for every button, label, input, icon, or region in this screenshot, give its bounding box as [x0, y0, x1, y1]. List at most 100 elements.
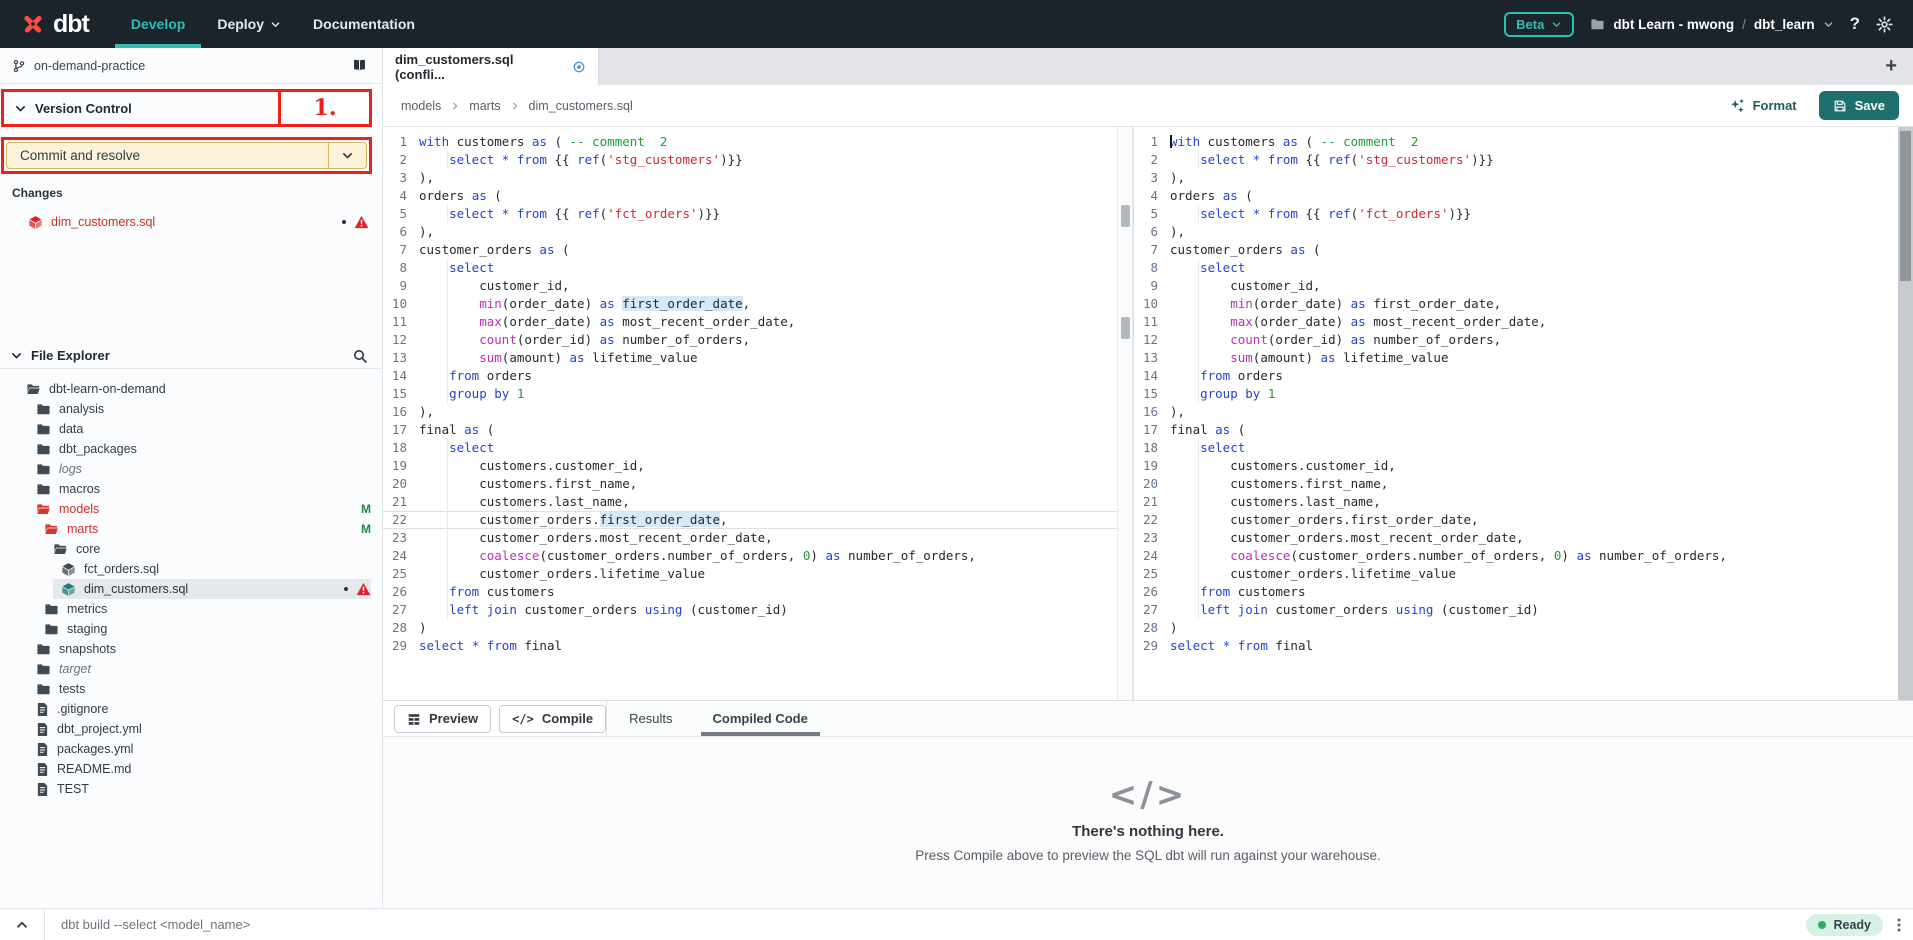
code-line[interactable]: 17final as (	[1134, 421, 1913, 439]
code-line[interactable]: 11 max(order_date) as most_recent_order_…	[383, 313, 1117, 331]
code-line[interactable]: 29select * from final	[1134, 637, 1913, 655]
editor-split-scrollbar[interactable]	[1117, 127, 1133, 700]
save-button[interactable]: Save	[1819, 91, 1899, 120]
chevron-up-icon[interactable]	[0, 918, 44, 932]
code-line[interactable]: 5 select * from {{ ref('fct_orders')}}	[383, 205, 1117, 223]
code-line[interactable]: 23 customer_orders.most_recent_order_dat…	[1134, 529, 1913, 547]
format-button[interactable]: Format	[1729, 98, 1797, 114]
tree-item--gitignore[interactable]: .gitignore	[28, 699, 371, 719]
code-line[interactable]: 8 select	[1134, 259, 1913, 277]
code-line[interactable]: 20 customers.first_name,	[383, 475, 1117, 493]
code-line[interactable]: 1with customers as ( -- comment 2	[1134, 133, 1913, 151]
code-line[interactable]: 16),	[383, 403, 1117, 421]
tree-item-marts[interactable]: martsM	[36, 519, 371, 539]
scrollbar-thumb[interactable]	[1121, 317, 1130, 339]
code-line[interactable]: 21 customers.last_name,	[1134, 493, 1913, 511]
tree-item-dbt-learn-on-demand[interactable]: dbt-learn-on-demand	[18, 379, 371, 399]
editor-pane-left[interactable]: 1with customers as ( -- comment 22 selec…	[383, 127, 1117, 700]
code-line[interactable]: 19 customers.customer_id,	[383, 457, 1117, 475]
code-line[interactable]: 20 customers.first_name,	[1134, 475, 1913, 493]
tree-item-models[interactable]: modelsM	[28, 499, 371, 519]
code-line[interactable]: 19 customers.customer_id,	[1134, 457, 1913, 475]
code-line[interactable]: 7customer_orders as (	[383, 241, 1117, 259]
beta-button[interactable]: Beta	[1504, 12, 1574, 37]
nav-item-documentation[interactable]: Documentation	[297, 0, 431, 48]
tree-item-packages-yml[interactable]: packages.yml	[28, 739, 371, 759]
code-line[interactable]: 14 from orders	[383, 367, 1117, 385]
code-line[interactable]: 26 from customers	[1134, 583, 1913, 601]
editor-pane-right[interactable]: 1with customers as ( -- comment 22 selec…	[1133, 127, 1913, 700]
code-line[interactable]: 13 sum(amount) as lifetime_value	[383, 349, 1117, 367]
help-icon[interactable]: ?	[1850, 14, 1860, 34]
code-line[interactable]: 25 customer_orders.lifetime_value	[383, 565, 1117, 583]
commit-and-resolve-button[interactable]: Commit and resolve	[6, 142, 367, 169]
code-line[interactable]: 22 customer_orders.first_order_date,	[383, 511, 1117, 529]
code-line[interactable]: 15 group by 1	[1134, 385, 1913, 403]
tree-item-test[interactable]: TEST	[28, 779, 371, 799]
search-icon[interactable]	[352, 348, 368, 364]
kebab-menu-icon[interactable]	[1883, 917, 1913, 933]
scrollbar-thumb[interactable]	[1121, 205, 1130, 227]
code-line[interactable]: 22 customer_orders.first_order_date,	[1134, 511, 1913, 529]
code-line[interactable]: 10 min(order_date) as first_order_date,	[1134, 295, 1913, 313]
tree-item-staging[interactable]: staging	[36, 619, 371, 639]
nav-item-deploy[interactable]: Deploy	[201, 0, 297, 48]
tree-item-fct-orders-sql[interactable]: fct_orders.sql	[53, 559, 371, 579]
nav-item-develop[interactable]: Develop	[115, 0, 201, 48]
commit-dropdown-toggle[interactable]	[328, 143, 366, 168]
gear-icon[interactable]	[1876, 16, 1893, 33]
code-line[interactable]: 17final as (	[383, 421, 1117, 439]
tree-item-dbt-packages[interactable]: dbt_packages	[28, 439, 371, 459]
chevron-down-icon[interactable]	[1823, 19, 1834, 30]
code-line[interactable]: 23 customer_orders.most_recent_order_dat…	[383, 529, 1117, 547]
code-line[interactable]: 29select * from final	[383, 637, 1117, 655]
code-line[interactable]: 14 from orders	[1134, 367, 1913, 385]
code-line[interactable]: 24 coalesce(customer_orders.number_of_or…	[1134, 547, 1913, 565]
project-name[interactable]: dbt_learn	[1754, 17, 1815, 32]
code-line[interactable]: 27 left join customer_orders using (cust…	[1134, 601, 1913, 619]
tree-item-data[interactable]: data	[28, 419, 371, 439]
tree-item-analysis[interactable]: analysis	[28, 399, 371, 419]
command-input[interactable]: dbt build --select <model_name>	[45, 917, 1806, 932]
code-line[interactable]: 2 select * from {{ ref('stg_customers')}…	[383, 151, 1117, 169]
dbt-logo[interactable]: dbt	[0, 0, 115, 48]
tree-item-tests[interactable]: tests	[28, 679, 371, 699]
code-line[interactable]: 15 group by 1	[383, 385, 1117, 403]
breadcrumb-segment[interactable]: models	[401, 99, 441, 113]
breadcrumb-segment[interactable]: dim_customers.sql	[529, 99, 633, 113]
code-line[interactable]: 9 customer_id,	[383, 277, 1117, 295]
code-line[interactable]: 28)	[383, 619, 1117, 637]
account-name[interactable]: dbt Learn - mwong	[1613, 17, 1734, 32]
vertical-scrollbar[interactable]	[1898, 127, 1913, 700]
code-line[interactable]: 4orders as (	[383, 187, 1117, 205]
code-line[interactable]: 12 count(order_id) as number_of_orders,	[383, 331, 1117, 349]
tree-item-macros[interactable]: macros	[28, 479, 371, 499]
code-line[interactable]: 1with customers as ( -- comment 2	[383, 133, 1117, 151]
code-line[interactable]: 7customer_orders as (	[1134, 241, 1913, 259]
code-line[interactable]: 10 min(order_date) as first_order_date,	[383, 295, 1117, 313]
tree-item-readme-md[interactable]: README.md	[28, 759, 371, 779]
code-line[interactable]: 18 select	[383, 439, 1117, 457]
code-line[interactable]: 6),	[1134, 223, 1913, 241]
preview-button[interactable]: Preview	[394, 705, 491, 733]
tree-item-core[interactable]: core	[45, 539, 371, 559]
code-line[interactable]: 3),	[1134, 169, 1913, 187]
new-tab-button[interactable]: +	[1869, 55, 1913, 78]
code-line[interactable]: 2 select * from {{ ref('stg_customers')}…	[1134, 151, 1913, 169]
code-line[interactable]: 3),	[383, 169, 1117, 187]
code-line[interactable]: 11 max(order_date) as most_recent_order_…	[1134, 313, 1913, 331]
tree-item-dbt-project-yml[interactable]: dbt_project.yml	[28, 719, 371, 739]
code-line[interactable]: 21 customers.last_name,	[383, 493, 1117, 511]
tree-item-dim-customers-sql[interactable]: dim_customers.sql	[53, 579, 371, 599]
code-line[interactable]: 25 customer_orders.lifetime_value	[1134, 565, 1913, 583]
code-line[interactable]: 24 coalesce(customer_orders.number_of_or…	[383, 547, 1117, 565]
code-line[interactable]: 18 select	[1134, 439, 1913, 457]
code-line[interactable]: 28)	[1134, 619, 1913, 637]
code-line[interactable]: 4orders as (	[1134, 187, 1913, 205]
code-line[interactable]: 9 customer_id,	[1134, 277, 1913, 295]
tab-dim-customers[interactable]: dim_customers.sql (confli...	[383, 48, 599, 85]
code-line[interactable]: 13 sum(amount) as lifetime_value	[1134, 349, 1913, 367]
code-line[interactable]: 16),	[1134, 403, 1913, 421]
tree-item-target[interactable]: target	[28, 659, 371, 679]
docs-book-icon[interactable]	[351, 58, 368, 73]
